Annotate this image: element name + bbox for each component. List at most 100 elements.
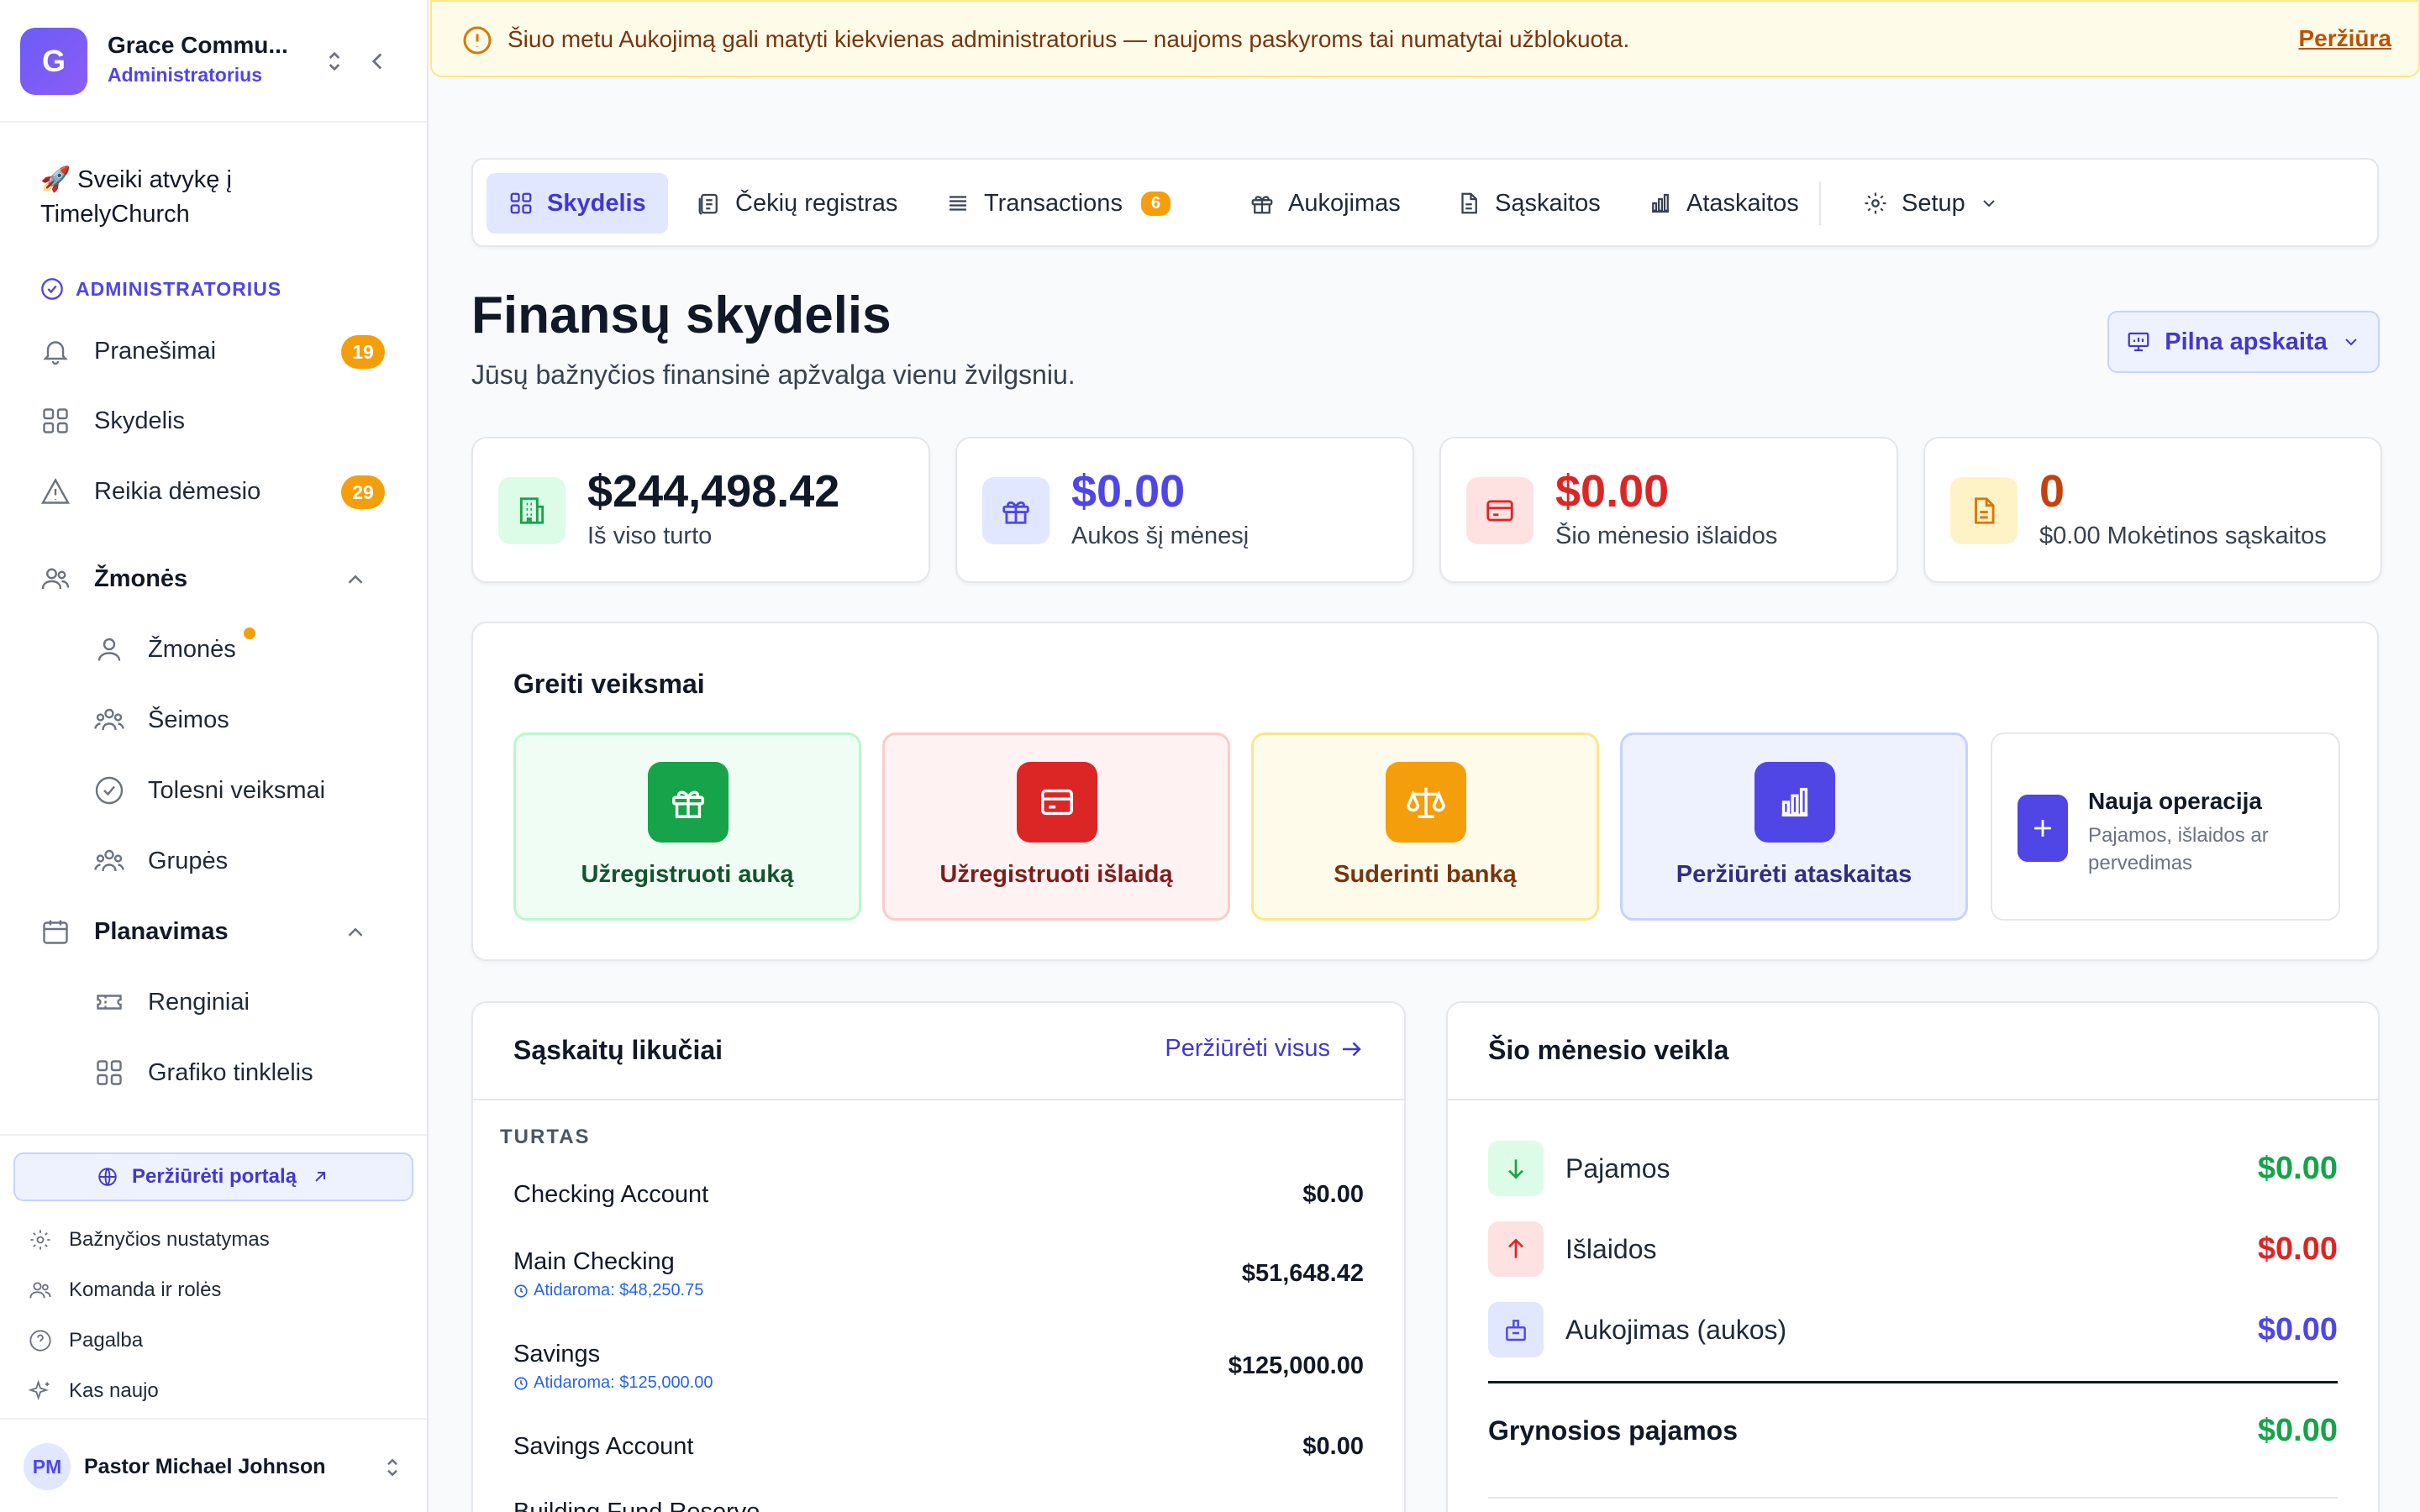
collapse-sidebar-icon[interactable] [363,47,392,76]
chevron-up-icon[interactable] [343,567,368,592]
month-activity-panel: Šio mėnesio veikla Pajamos $0.00 Išlaido… [1446,1001,2380,1512]
record-expense-button[interactable]: Užregistruoti išlaidą [882,732,1230,921]
tab-checks[interactable]: Čekių registras [675,173,919,234]
tab-giving[interactable]: Aukojimas [1228,173,1423,234]
tab-reports[interactable]: Ataskaitos [1626,173,1821,234]
stat-card-total-assets[interactable]: $244,498.42 Iš viso turto [471,437,930,583]
tab-divider [1819,181,1821,225]
clock-icon [514,1284,528,1298]
receipt-icon [698,193,718,215]
sidebar-item-attention[interactable]: Reikia dėmesio 29 [40,466,393,517]
sidebar-item-label: Šeimos [148,706,229,733]
view-reports-button[interactable]: Peržiūrėti ataskaitas [1620,732,1968,921]
tab-label: Transactions [984,189,1123,217]
view-portal-label: Peržiūrėti portalą [131,1165,297,1188]
chevron-down-icon [2345,339,2357,346]
stat-card-expenses[interactable]: $0.00 Šio mėnesio išlaidos [1439,437,1898,583]
activity-icon-box [1488,1221,1544,1277]
sidebar-item-label: Renginiai [148,988,250,1016]
arrow-right-icon [1343,1042,1361,1056]
user-icon [97,638,121,661]
view-portal-button[interactable]: Peržiūrėti portalą [13,1152,413,1201]
tab-label: Setup [1902,189,1965,217]
stat-label: Iš viso turto [587,522,713,549]
tab-label: Aukojimas [1288,189,1401,217]
sidebar-item-notifications[interactable]: Pranešimai 19 [40,326,393,376]
check-circle-icon [95,776,124,805]
team-roles-link[interactable]: Komanda ir rolės [29,1278,221,1302]
record-gift-button[interactable]: Užregistruoti auką [513,732,861,921]
sidebar-footer: Peržiūrėti portalą Bažnyčios nustatymas … [0,1134,427,1512]
chevron-up-icon[interactable] [343,920,368,945]
sidebar-item-dashboard[interactable]: Skydelis [40,396,393,446]
stat-value: $0.00 [1071,466,1186,517]
reconcile-bank-button[interactable]: Suderinti banką [1251,732,1599,921]
grid-icon [97,1060,122,1085]
activity-row-giving: Aukojimas (aukos) $0.00 [1488,1302,2338,1357]
net-income-label: Grynosios pajamos [1488,1415,1738,1446]
sidebar-item-families[interactable]: Šeimos [94,695,393,745]
sidebar-item-people[interactable]: Žmonės [94,624,393,675]
view-all-link[interactable]: Peržiūrėti visus [1165,1035,1364,1063]
account-row[interactable]: Savings Atidaroma: $125,000.00 $125,000.… [513,1341,1364,1393]
whats-new-link[interactable]: Kas naujo [29,1379,159,1403]
net-income-value: $0.00 [2257,1413,2338,1448]
tab-accounts[interactable]: Sąskaitos [1434,173,1623,234]
plus-icon [2034,820,2051,837]
gear-icon [30,1230,50,1250]
stat-value: 0 [2039,466,2065,517]
building-icon [519,497,544,524]
church-settings-link[interactable]: Bažnyčios nustatymas [29,1228,270,1252]
sidebar-item-schedule-grid[interactable]: Grafiko tinklelis [94,1047,393,1098]
sidebar-item-events[interactable]: Renginiai [94,977,393,1027]
user-name: Pastor Michael Johnson [84,1455,326,1478]
ticket-icon [97,995,122,1010]
activity-label: Išlaidos [1565,1233,1657,1264]
gear-icon [1865,192,1886,214]
sidebar-group-people[interactable]: Žmonės [40,554,393,604]
tab-setup[interactable]: Setup [1841,173,2021,234]
sidebar-item-followups[interactable]: Tolesni veiksmai [94,765,393,816]
tab-transactions[interactable]: Transactions 6 [923,173,1192,234]
stat-label: Aukos šį mėnesį [1071,522,1249,549]
panel-header: Šio mėnesio veikla [1448,1003,2378,1100]
sidebar-group-planning[interactable]: Planavimas [40,906,393,957]
tab-dashboard[interactable]: Skydelis [487,173,668,234]
stat-icon-box [1950,477,2018,544]
document-icon [1461,192,1477,214]
account-row[interactable]: Main Checking Atidaroma: $48,250.75 $51,… [513,1248,1364,1300]
sidebar: G Grace Commu... Administratorius 🚀 Svei… [0,0,429,1512]
account-row[interactable]: Checking Account $0.00 [513,1181,1364,1209]
full-accounting-button[interactable]: Pilna apskaita [2107,311,2380,373]
grid-icon [510,192,532,214]
gift-icon [1002,501,1029,524]
activity-label: Pajamos [1565,1152,1670,1184]
quick-actions-title: Greiti veiksmai [513,669,705,699]
chevron-updown-icon[interactable] [380,1453,405,1482]
org-role: Administratorius [108,64,263,86]
activity-value: $0.00 [2257,1231,2338,1267]
stat-card-gifts[interactable]: $0.00 Aukos šį mėnesį [955,437,1414,583]
donation-box-icon [1506,1320,1526,1341]
new-transaction-title: Nauja operacija [2088,788,2262,814]
account-row[interactable]: Savings Account $0.00 [513,1433,1364,1461]
new-transaction-button[interactable]: Nauja operacija Pajamos, išlaidos ar per… [1991,732,2340,921]
banner-review-link[interactable]: Peržiūra [2299,25,2392,52]
stat-card-payables[interactable]: 0 $0.00 Mokėtinos sąskaitos [1923,437,2382,583]
account-opening-label: Atidaroma: $125,000.00 [534,1373,713,1392]
sidebar-item-groups[interactable]: Grupės [94,836,393,886]
org-name: Grace Commu... [108,32,288,58]
document-icon [1975,497,1995,524]
help-link[interactable]: Pagalba [29,1329,143,1352]
chevron-updown-icon[interactable] [321,45,348,77]
account-balance: $0.00 [1302,1181,1364,1208]
bell-icon [43,341,68,365]
account-row[interactable]: Building Fund Reserve [513,1499,1364,1512]
user-menu[interactable]: PM Pastor Michael Johnson [0,1418,427,1512]
org-switcher[interactable]: G Grace Commu... Administratorius [0,0,427,123]
account-name: Building Fund Reserve [513,1499,760,1512]
full-accounting-label: Pilna apskaita [2165,328,2328,355]
tab-label: Čekių registras [735,189,898,217]
stat-value: $0.00 [1555,466,1670,517]
activity-row-expense: Išlaidos $0.00 [1488,1221,2338,1277]
